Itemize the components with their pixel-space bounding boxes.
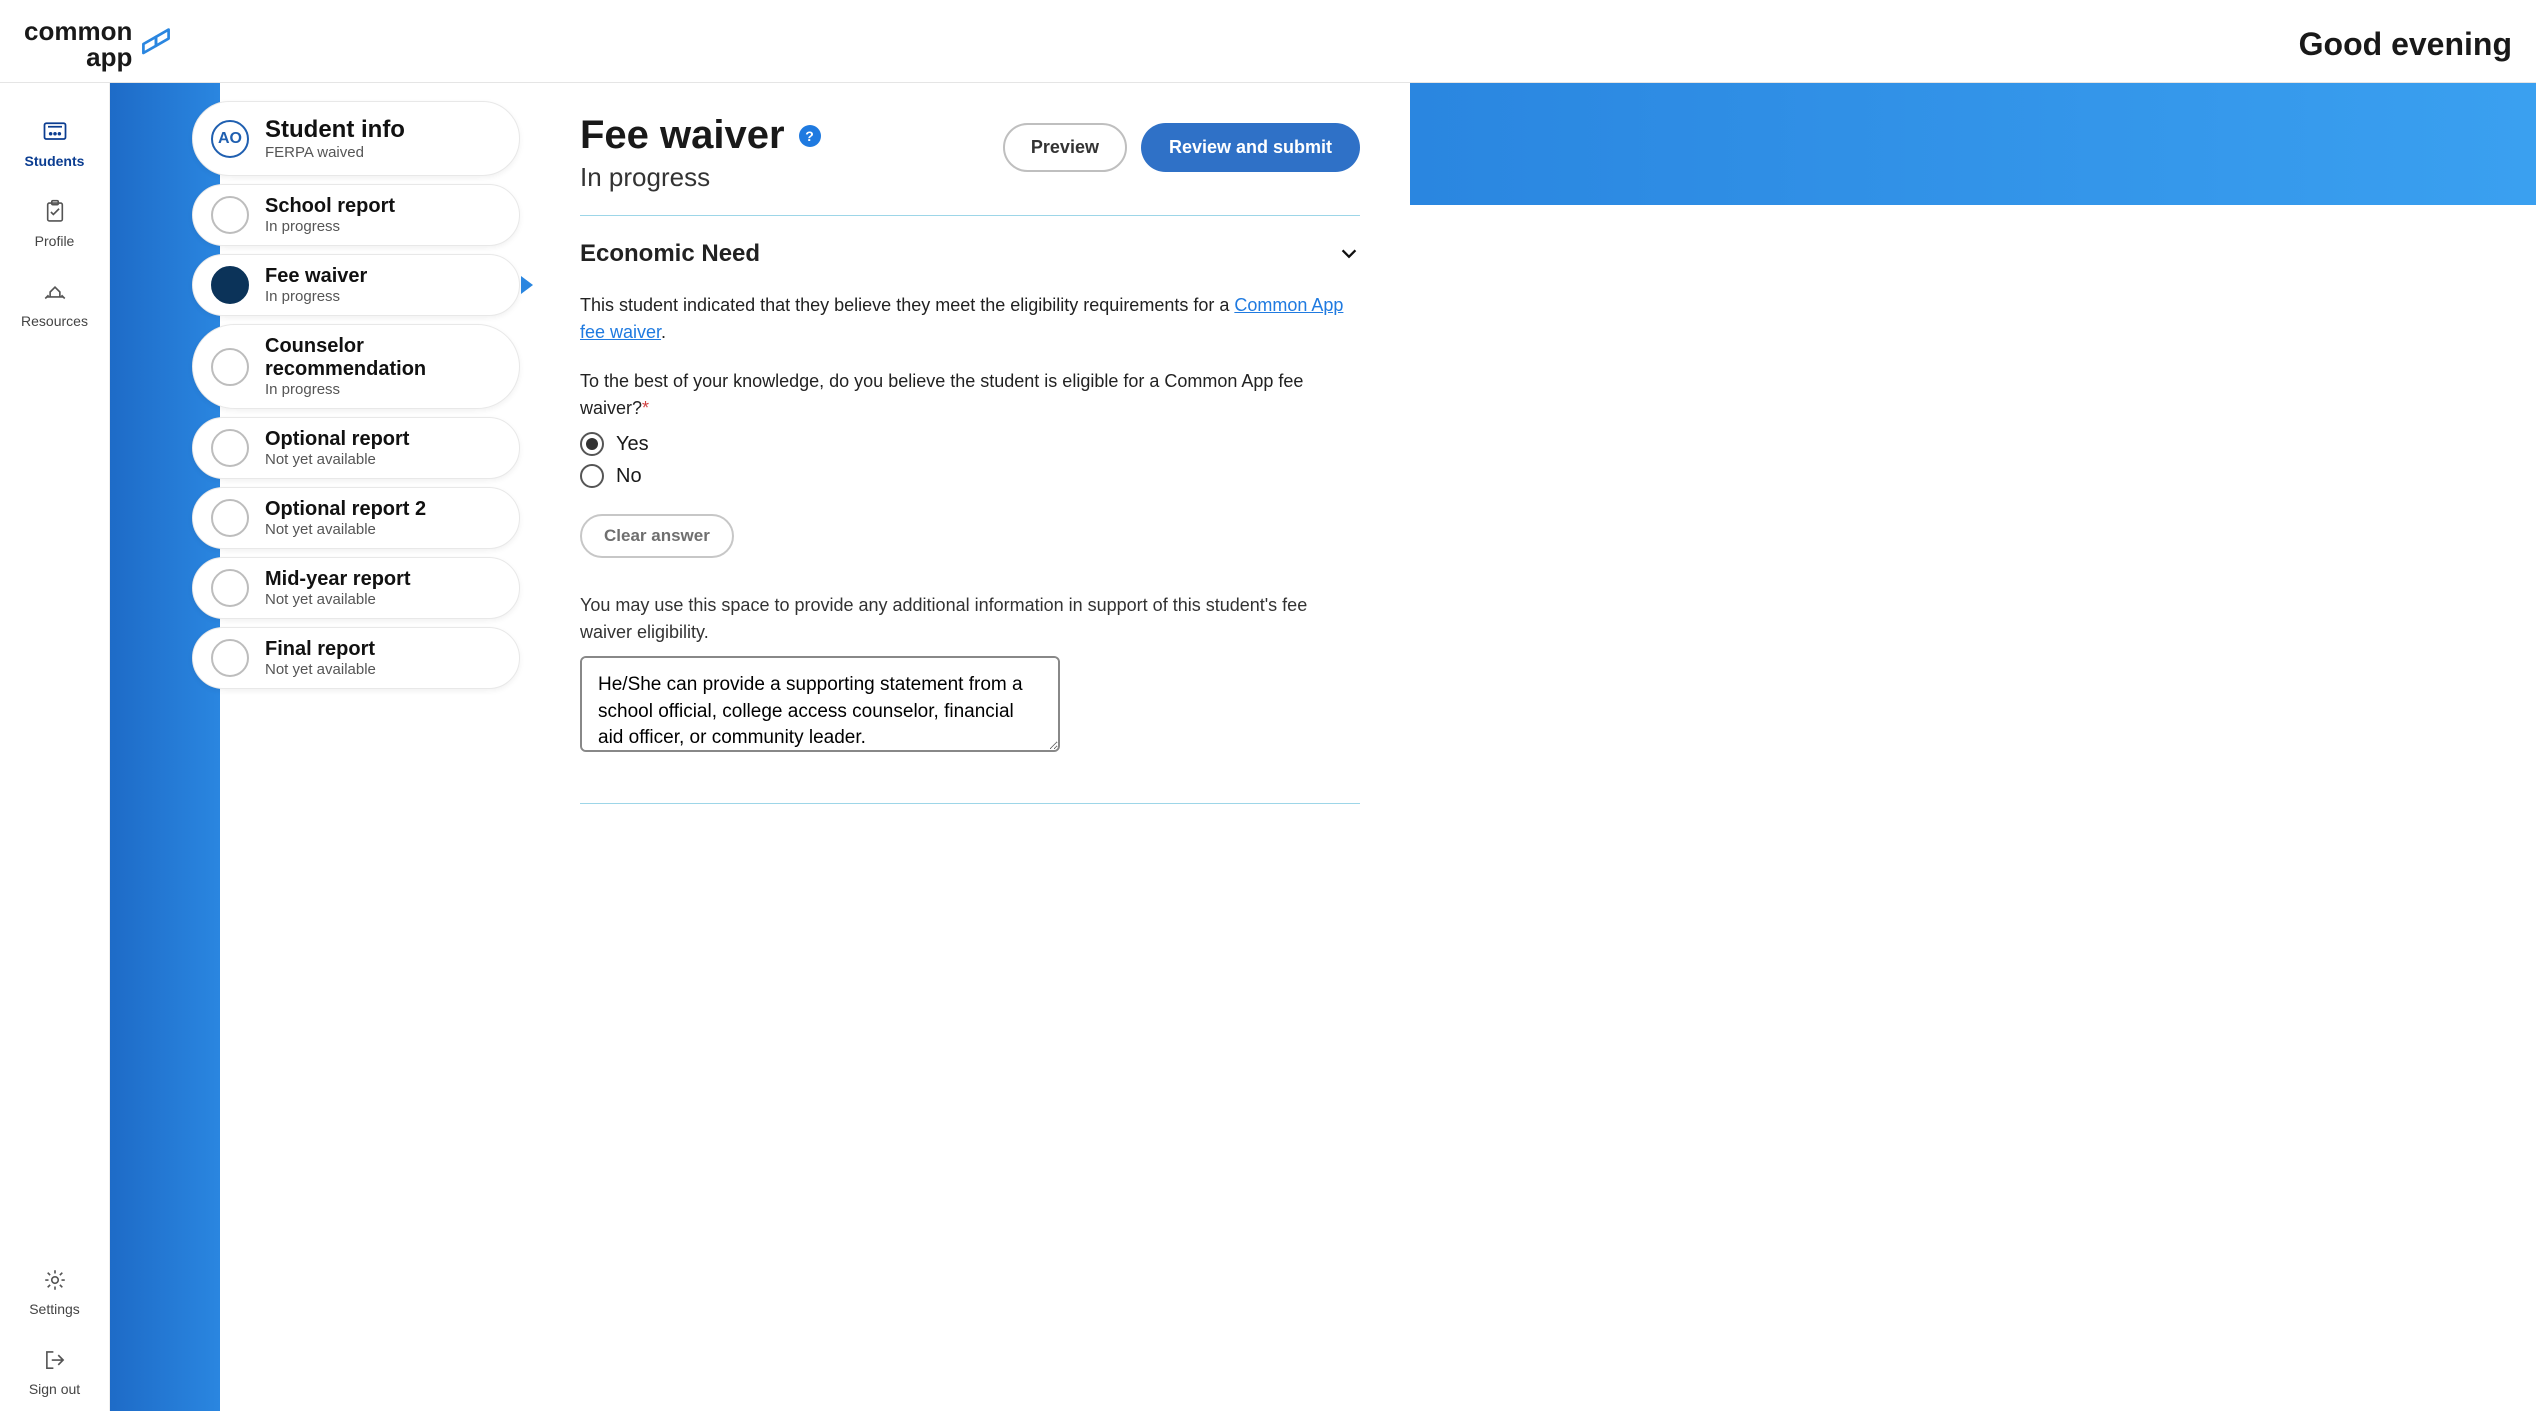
step-circle-icon <box>211 196 249 234</box>
radio-no[interactable]: No <box>580 464 1360 488</box>
content-panel: Fee waiver ? In progress Preview Review … <box>530 83 1410 1411</box>
radio-icon <box>580 432 604 456</box>
step-sub: Not yet available <box>265 521 426 538</box>
step-sub: FERPA waived <box>265 144 405 161</box>
signout-icon <box>40 1345 70 1375</box>
step-title: Student info <box>265 116 405 144</box>
additional-info-textarea[interactable] <box>580 656 1060 752</box>
step-counselor-recommendation[interactable]: Counselor recommendation In progress <box>192 324 520 409</box>
question-text: To the best of your knowledge, do you be… <box>580 368 1360 422</box>
step-sub: In progress <box>265 288 367 305</box>
greeting: Good evening <box>2299 26 2512 63</box>
chevron-down-icon <box>1338 243 1360 265</box>
step-sub: Not yet available <box>265 661 376 678</box>
step-sub: In progress <box>265 381 501 398</box>
section-title: Economic Need <box>580 240 760 268</box>
step-badge-icon: AO <box>211 120 249 158</box>
left-rail: Students Profile Resources Settings Sig <box>0 83 110 1411</box>
page-title: Fee waiver <box>580 113 785 158</box>
question-body: To the best of your knowledge, do you be… <box>580 371 1303 418</box>
step-sub: Not yet available <box>265 451 409 468</box>
logo-line2: app <box>86 44 132 70</box>
gear-icon <box>40 1265 70 1295</box>
right-blue-band <box>1410 83 2536 205</box>
step-optional-report-2[interactable]: Optional report 2 Not yet available <box>192 487 520 549</box>
radio-label: Yes <box>616 433 649 456</box>
logo-text: common app <box>24 18 132 70</box>
help-icon[interactable]: ? <box>799 125 821 147</box>
step-sub: Not yet available <box>265 591 411 608</box>
radio-yes[interactable]: Yes <box>580 432 1360 456</box>
top-header: common app Good evening <box>0 0 2536 83</box>
step-circle-icon <box>211 639 249 677</box>
step-sub: In progress <box>265 218 395 235</box>
rail-label: Students <box>25 153 85 169</box>
content-header: Fee waiver ? In progress Preview Review … <box>580 113 1360 216</box>
lead-text: This student indicated that they believe… <box>580 292 1360 346</box>
rail-label: Sign out <box>29 1381 80 1397</box>
step-title: Optional report <box>265 428 409 451</box>
students-icon <box>40 117 70 147</box>
section-header[interactable]: Economic Need <box>580 216 1360 278</box>
step-circle-icon <box>211 266 249 304</box>
logo-mark-icon <box>138 26 174 62</box>
step-title: Fee waiver <box>265 265 367 288</box>
rail-item-resources[interactable]: Resources <box>0 263 109 343</box>
step-circle-icon <box>211 569 249 607</box>
step-mid-year-report[interactable]: Mid-year report Not yet available <box>192 557 520 619</box>
rail-item-settings[interactable]: Settings <box>0 1251 109 1331</box>
step-title: Optional report 2 <box>265 498 426 521</box>
rail-item-signout[interactable]: Sign out <box>0 1331 109 1411</box>
step-circle-icon <box>211 429 249 467</box>
rail-label: Profile <box>35 233 75 249</box>
step-final-report[interactable]: Final report Not yet available <box>192 627 520 689</box>
step-circle-icon <box>211 499 249 537</box>
page-subtitle: In progress <box>580 162 821 193</box>
step-student-info[interactable]: AO Student info FERPA waived <box>192 101 520 176</box>
additional-info-hint: You may use this space to provide any ad… <box>580 592 1360 646</box>
rail-item-students[interactable]: Students <box>0 103 109 183</box>
profile-icon <box>40 197 70 227</box>
required-asterisk: * <box>642 398 649 418</box>
resources-icon <box>40 277 70 307</box>
rail-item-profile[interactable]: Profile <box>0 183 109 263</box>
lead-suffix: . <box>661 322 666 342</box>
clear-answer-button[interactable]: Clear answer <box>580 514 734 558</box>
logo: common app <box>24 18 174 70</box>
bottom-divider <box>580 803 1360 804</box>
step-title: Mid-year report <box>265 568 411 591</box>
step-fee-waiver[interactable]: Fee waiver In progress <box>192 254 520 316</box>
step-title: School report <box>265 195 395 218</box>
step-circle-icon <box>211 348 249 386</box>
steps-wrap: AO Student info FERPA waived School repo… <box>110 83 530 1411</box>
radio-label: No <box>616 465 642 488</box>
steps-column: AO Student info FERPA waived School repo… <box>220 83 530 1411</box>
step-title: Final report <box>265 638 376 661</box>
logo-line1: common <box>24 18 132 44</box>
step-school-report[interactable]: School report In progress <box>192 184 520 246</box>
step-title: Counselor recommendation <box>265 335 501 381</box>
radio-icon <box>580 464 604 488</box>
content-wrap: Fee waiver ? In progress Preview Review … <box>530 83 2536 1411</box>
lead-prefix: This student indicated that they believe… <box>580 295 1234 315</box>
review-submit-button[interactable]: Review and submit <box>1141 123 1360 172</box>
preview-button[interactable]: Preview <box>1003 123 1127 172</box>
rail-label: Resources <box>21 313 88 329</box>
step-optional-report[interactable]: Optional report Not yet available <box>192 417 520 479</box>
rail-label: Settings <box>29 1301 80 1317</box>
